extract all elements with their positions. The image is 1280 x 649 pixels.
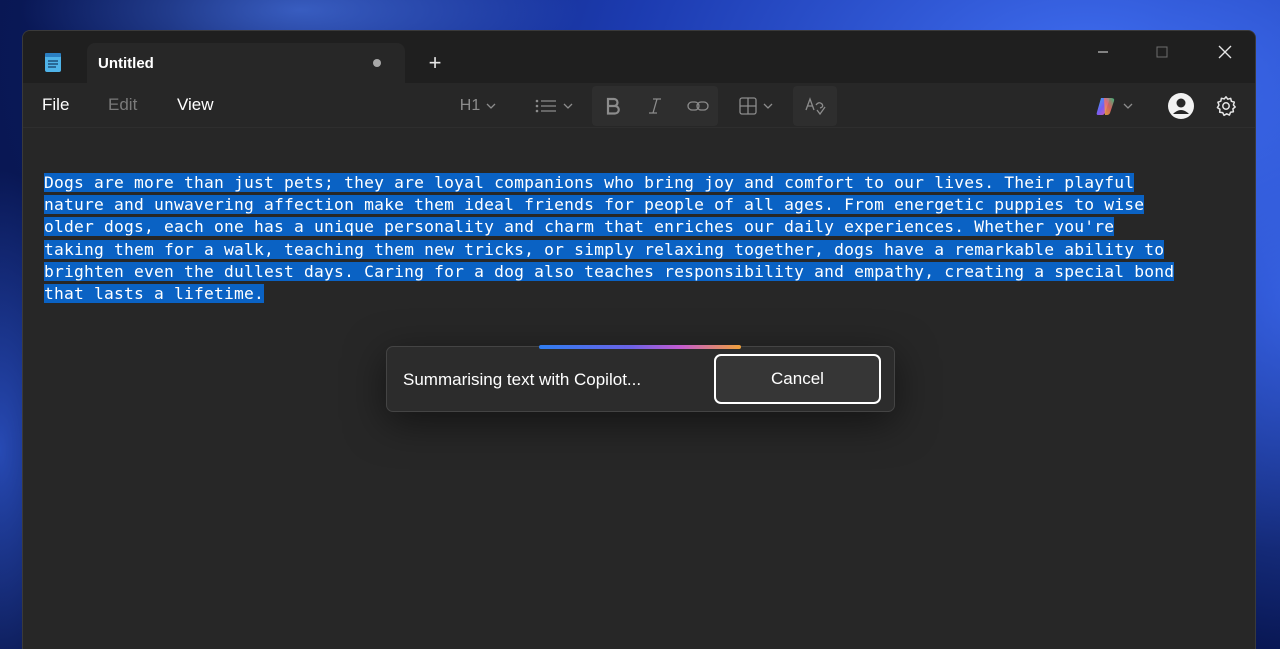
heading-dropdown[interactable]: H1	[451, 90, 505, 122]
italic-button[interactable]	[640, 90, 670, 122]
menu-bar: File Edit View H1	[23, 83, 1255, 128]
gear-icon	[1216, 96, 1236, 117]
chevron-down-icon	[763, 103, 773, 109]
toast-message: Summarising text with Copilot...	[403, 370, 642, 389]
bold-icon	[606, 97, 620, 115]
notepad-window: Untitled + File Edit View H1 Dogs are mo…	[22, 30, 1256, 649]
minimize-icon	[1098, 51, 1108, 53]
document-text[interactable]: Dogs are more than just pets; they are l…	[44, 172, 1255, 305]
table-icon	[739, 97, 757, 115]
spellcheck-icon	[805, 97, 826, 116]
editor-area[interactable]: Dogs are more than just pets; they are l…	[23, 128, 1255, 649]
chevron-down-icon	[486, 103, 496, 109]
minimize-button[interactable]	[1080, 37, 1126, 67]
close-icon	[1218, 45, 1232, 59]
tab-untitled[interactable]: Untitled	[87, 43, 405, 84]
heading-label: H1	[459, 97, 481, 114]
bold-button[interactable]	[598, 90, 628, 122]
copilot-icon	[1096, 98, 1115, 115]
account-button[interactable]	[1166, 90, 1196, 122]
link-button[interactable]	[683, 90, 713, 122]
text-line: that lasts a lifetime.	[44, 284, 265, 304]
italic-icon	[649, 98, 661, 114]
copilot-dropdown[interactable]	[1089, 90, 1139, 122]
table-dropdown[interactable]	[731, 90, 781, 122]
chevron-down-icon	[563, 103, 573, 109]
maximize-icon	[1156, 46, 1168, 58]
menu-file[interactable]: File	[42, 95, 69, 115]
link-icon	[687, 101, 709, 111]
account-icon	[1168, 93, 1194, 119]
menu-edit[interactable]: Edit	[108, 95, 137, 115]
title-bar: Untitled +	[23, 31, 1255, 84]
notepad-app-icon	[43, 51, 63, 73]
text-line: older dogs, each one has a unique person…	[44, 217, 1115, 237]
list-icon	[535, 99, 556, 113]
settings-button[interactable]	[1211, 90, 1241, 122]
menu-view[interactable]: View	[177, 95, 214, 115]
new-tab-button[interactable]: +	[423, 49, 447, 77]
maximize-button[interactable]	[1139, 37, 1185, 67]
text-line: nature and unwavering affection make the…	[44, 195, 1145, 215]
tab-title: Untitled	[98, 55, 154, 72]
progress-indicator	[539, 345, 741, 349]
close-button[interactable]	[1202, 37, 1248, 67]
spellcheck-button[interactable]	[800, 90, 830, 122]
unsaved-indicator-icon[interactable]	[373, 59, 381, 67]
list-dropdown[interactable]	[525, 90, 583, 122]
text-line: taking them for a walk, teaching them ne…	[44, 239, 1165, 259]
cancel-button[interactable]: Cancel	[714, 354, 881, 404]
chevron-down-icon	[1123, 103, 1133, 109]
text-line: brighten even the dullest days. Caring f…	[44, 261, 1175, 281]
text-line: Dogs are more than just pets; they are l…	[44, 173, 1135, 192]
copilot-progress-toast: Summarising text with Copilot... Cancel	[386, 345, 895, 412]
